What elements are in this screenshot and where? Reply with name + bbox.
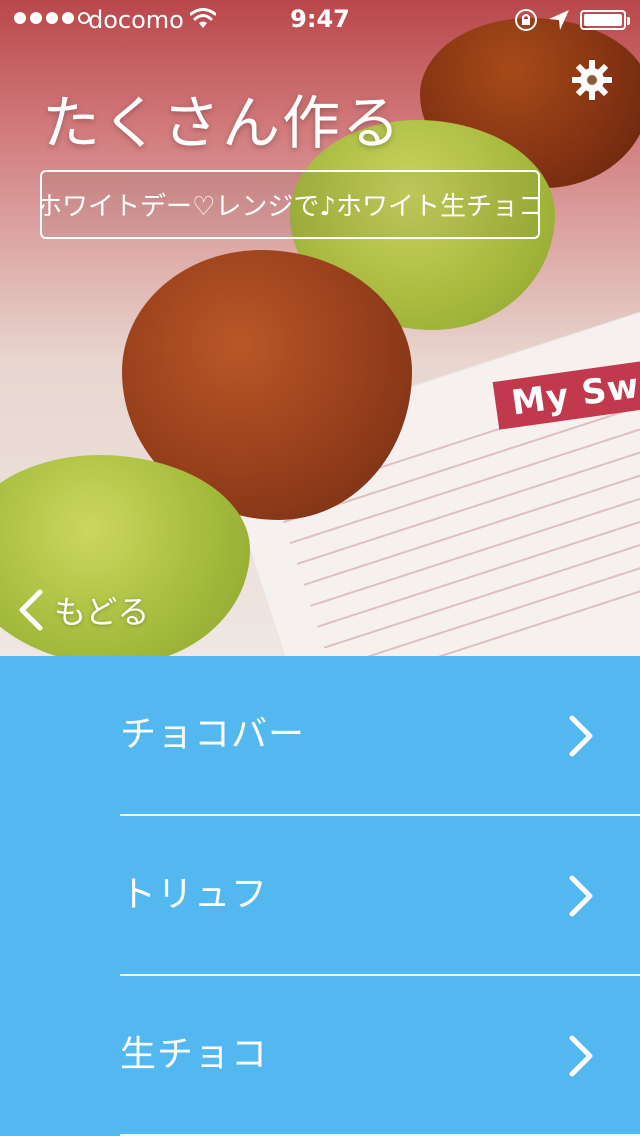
gear-icon[interactable] xyxy=(570,58,614,102)
list-item-nama-choco[interactable]: 生チョコ xyxy=(0,976,640,1136)
chevron-right-icon xyxy=(569,715,593,757)
chevron-right-icon xyxy=(569,1035,593,1077)
location-arrow-icon xyxy=(549,10,569,30)
back-button[interactable]: もどる xyxy=(16,588,149,632)
page-title: たくさん作る xyxy=(42,89,403,157)
list-item-label: 生チョコ xyxy=(120,1034,269,1075)
recipe-title-box[interactable]: ホワイトデー♡レンジで♪ホワイト生チョコ xyxy=(40,170,540,239)
list-item-truffle[interactable]: トリュフ xyxy=(0,816,640,976)
chevron-left-icon xyxy=(19,589,43,631)
list-item-chocobar[interactable]: チョコバー xyxy=(0,656,640,816)
recipe-type-list: チョコバー トリュフ 生チョコ xyxy=(0,656,640,1136)
rotation-lock-icon xyxy=(515,9,537,31)
chevron-right-icon xyxy=(569,875,593,917)
list-item-label: トリュフ xyxy=(120,874,269,915)
back-label: もどる xyxy=(54,593,150,631)
list-item-label: チョコバー xyxy=(120,714,306,755)
battery-icon xyxy=(580,10,630,30)
status-bar: docomo 9:47 xyxy=(0,0,640,40)
status-time: 9:47 xyxy=(290,5,350,33)
